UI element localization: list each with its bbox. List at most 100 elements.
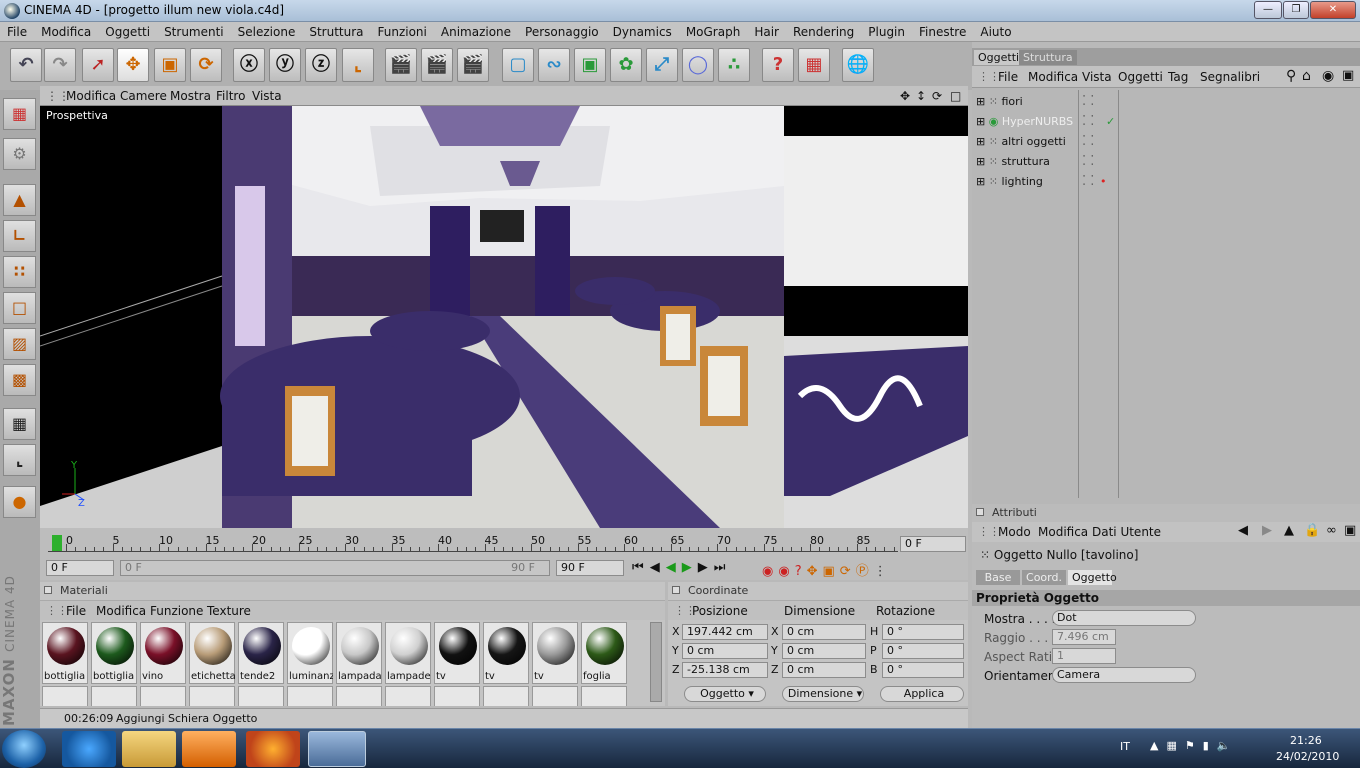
auto-key-icon[interactable]: ◉ xyxy=(778,564,794,579)
particles-icon[interactable]: ∴ xyxy=(718,48,750,82)
expand-icon[interactable]: ⊞ xyxy=(976,175,989,188)
material-swatch[interactable]: luminanz xyxy=(287,622,333,684)
prev-key-icon[interactable]: ◀ xyxy=(650,560,666,575)
tab-coord[interactable]: Coord. xyxy=(1022,570,1066,585)
z-axis-icon[interactable]: ⓩ xyxy=(305,48,337,82)
language-indicator[interactable]: IT xyxy=(1120,740,1130,753)
scale-key-icon[interactable]: ▣ xyxy=(823,564,840,579)
range-slider[interactable]: 0 F 90 F xyxy=(120,560,550,576)
explorer-icon[interactable] xyxy=(122,731,176,767)
material-swatch[interactable]: bottiglia xyxy=(42,622,88,684)
coord-size-dropdown[interactable]: Dimensione ▾ xyxy=(782,686,864,702)
link-icon[interactable]: ∞ xyxy=(1326,523,1337,538)
texture-mode-icon[interactable]: ▩ xyxy=(3,364,36,396)
material-swatch-row2[interactable] xyxy=(483,686,529,706)
menu-item-0[interactable]: File xyxy=(0,22,34,42)
edges-mode-icon[interactable]: □ xyxy=(3,292,36,324)
menu-item-6[interactable]: Funzioni xyxy=(371,22,434,42)
points-mode-icon[interactable]: ∷ xyxy=(3,256,36,288)
viewport-move-icon[interactable]: ✥ xyxy=(900,89,910,103)
polygons-mode-icon[interactable]: ▨ xyxy=(3,328,36,360)
end-frame-field[interactable]: 90 F xyxy=(556,560,624,576)
material-swatch-row2[interactable] xyxy=(287,686,333,706)
flag-icon[interactable]: ⚑ xyxy=(1185,739,1203,752)
back-arrow-icon[interactable]: ◀ xyxy=(1238,523,1248,538)
menu-item-1[interactable]: Modifica xyxy=(34,22,98,42)
current-frame-marker[interactable] xyxy=(52,535,62,551)
timeline-ruler[interactable]: 051015202530354045505560657075808590 xyxy=(48,534,917,552)
checker-icon[interactable]: ▦ xyxy=(3,408,36,440)
new-window-icon[interactable]: ▣ xyxy=(1342,68,1354,83)
internet-explorer-icon[interactable] xyxy=(62,731,116,767)
material-swatch-row2[interactable] xyxy=(385,686,431,706)
materials-menu-modifica[interactable]: Modifica xyxy=(96,604,146,618)
position-field[interactable]: 197.442 cm xyxy=(682,624,768,640)
visibility-dots-icon[interactable]: ⁚ ⁚ xyxy=(1082,132,1094,152)
viewport-menu-camere[interactable]: Camere xyxy=(120,89,167,103)
expand-icon[interactable]: ⊞ xyxy=(976,155,989,168)
lock-icon[interactable]: 🔒 xyxy=(1304,523,1320,538)
object-row[interactable]: ⊞ ◉ HyperNURBS ⁚ ⁚ ✓ xyxy=(976,112,1356,132)
tray-arrow-icon[interactable]: ▲ xyxy=(1150,739,1166,752)
signal-icon[interactable]: ▮ xyxy=(1203,739,1217,752)
clock-date[interactable]: 24/02/2010 xyxy=(1276,750,1339,763)
play-icon[interactable]: ▶ xyxy=(682,560,698,575)
model-mode-icon[interactable]: ▲ xyxy=(3,184,36,216)
minimize-button[interactable]: — xyxy=(1254,1,1282,19)
menu-item-5[interactable]: Struttura xyxy=(302,22,370,42)
expand-icon[interactable]: ⊞ xyxy=(976,115,989,128)
material-swatch-row2[interactable] xyxy=(140,686,186,706)
up-arrow-icon[interactable]: ▲ xyxy=(1284,523,1294,538)
redo-icon[interactable]: ↷ xyxy=(44,48,76,82)
expand-icon[interactable]: ⊞ xyxy=(976,135,989,148)
materials-scrollbar[interactable] xyxy=(650,622,662,702)
menu-item-10[interactable]: MoGraph xyxy=(679,22,748,42)
undo-icon[interactable]: ↶ xyxy=(10,48,42,82)
menu-item-7[interactable]: Animazione xyxy=(434,22,518,42)
network-icon[interactable]: ▦ xyxy=(1166,739,1184,752)
home-icon[interactable]: ⌂ xyxy=(1302,68,1311,84)
visibility-dots-icon[interactable]: ⁚ ⁚ xyxy=(1082,152,1094,172)
attribute-value-field[interactable]: Camera xyxy=(1052,667,1196,683)
om-menu-oggetti[interactable]: Oggetti xyxy=(1118,70,1163,84)
menu-item-2[interactable]: Oggetti xyxy=(98,22,157,42)
current-frame-field[interactable]: 0 F xyxy=(900,536,966,552)
render-view-icon[interactable]: 🎬 xyxy=(385,48,417,82)
eye-icon[interactable]: ◉ xyxy=(1322,68,1334,84)
volume-icon[interactable]: 🔈 xyxy=(1217,739,1239,752)
dimension-field[interactable]: 0 cm xyxy=(782,643,866,659)
tab-base[interactable]: Base xyxy=(976,570,1020,585)
position-field[interactable]: -25.138 cm xyxy=(682,662,768,678)
menu-item-4[interactable]: Selezione xyxy=(231,22,303,42)
om-menu-modifica[interactable]: Modifica xyxy=(1028,70,1078,84)
rotate-key-icon[interactable]: ⟳ xyxy=(840,564,856,579)
check-icon[interactable]: ✓ xyxy=(1106,112,1115,132)
rotation-field[interactable]: 0 ° xyxy=(882,643,964,659)
material-swatch[interactable]: tv xyxy=(434,622,480,684)
render-off-dot-icon[interactable]: • xyxy=(1100,172,1107,192)
cube-icon[interactable]: ▢ xyxy=(502,48,534,82)
tab-oggetti[interactable]: Oggetti xyxy=(974,50,1024,65)
visibility-dots-icon[interactable]: ⁚ ⁚ xyxy=(1082,172,1094,192)
materials-menu-funzione[interactable]: Funzione xyxy=(150,604,203,618)
dimension-field[interactable]: 0 cm xyxy=(782,624,866,640)
material-swatch[interactable]: tv xyxy=(483,622,529,684)
tab-struttura[interactable]: Struttura xyxy=(1019,50,1077,65)
snap-icon[interactable]: ⚙ xyxy=(3,138,36,170)
attr-menu-modo[interactable]: Modo xyxy=(998,525,1031,539)
scale-icon[interactable]: ▣ xyxy=(154,48,186,82)
material-swatch-row2[interactable] xyxy=(434,686,480,706)
material-swatch[interactable]: etichetta xyxy=(189,622,235,684)
help-icon[interactable]: ? xyxy=(762,48,794,82)
material-swatch[interactable]: foglia xyxy=(581,622,627,684)
menu-item-13[interactable]: Plugin xyxy=(861,22,912,42)
point-key-icon[interactable]: ⋮ xyxy=(874,564,892,579)
material-swatch-row2[interactable] xyxy=(581,686,627,706)
attr-menu-modifica[interactable]: Modifica xyxy=(1038,525,1088,539)
om-menu-segnalibri[interactable]: Segnalibri xyxy=(1200,70,1260,84)
panel-checkbox[interactable] xyxy=(976,508,984,516)
key-help-icon[interactable]: ? xyxy=(795,564,807,579)
forward-arrow-icon[interactable]: ▶ xyxy=(1262,523,1272,538)
uv-icon[interactable]: ⌞ xyxy=(3,444,36,476)
array-icon[interactable]: ✿ xyxy=(610,48,642,82)
